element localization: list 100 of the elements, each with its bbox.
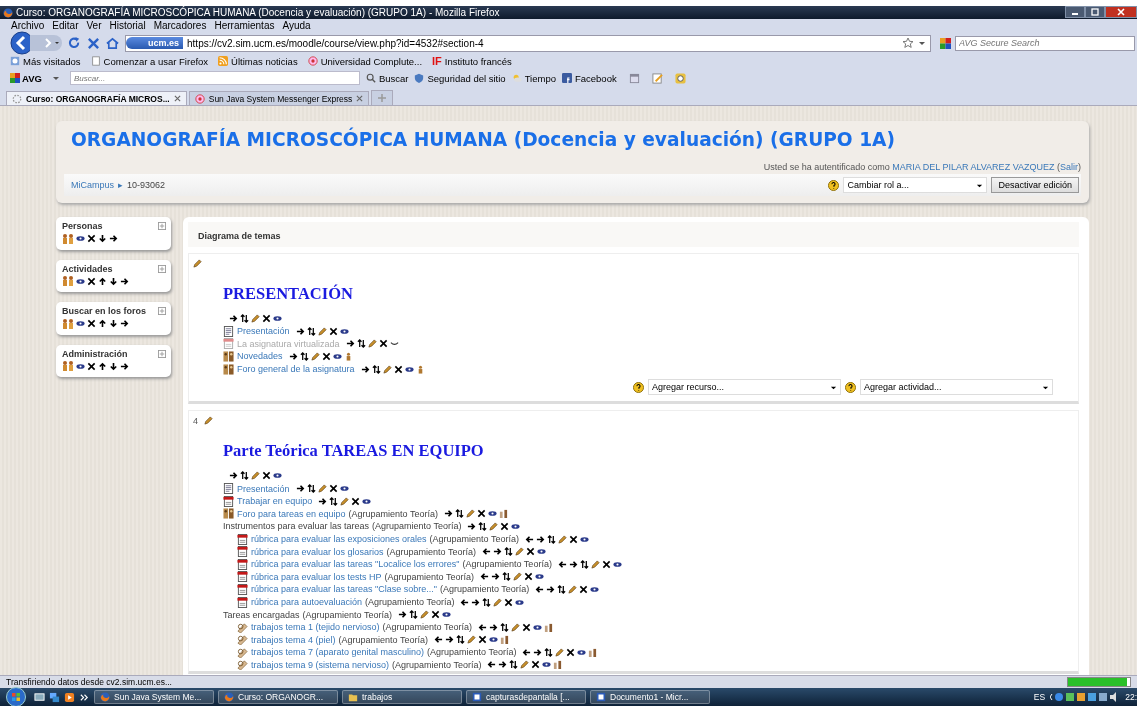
right-arrow-icon[interactable] (533, 647, 543, 657)
right-arrow-icon[interactable] (467, 521, 477, 531)
activity-link[interactable]: Presentación (237, 483, 290, 494)
activity-link[interactable]: rúbrica para evaluar las tareas "Localice los errores" (251, 559, 460, 570)
bookmark-label[interactable]: Últimas noticias (231, 55, 298, 67)
eye-icon[interactable] (534, 572, 544, 582)
move-icon[interactable] (408, 610, 418, 620)
down-arrow-icon[interactable] (109, 276, 118, 286)
right-arrow-icon[interactable] (295, 484, 305, 494)
delete-icon[interactable] (87, 319, 96, 329)
pen-icon[interactable] (382, 364, 392, 374)
eye-icon[interactable] (590, 584, 600, 594)
down-arrow-icon[interactable] (109, 319, 118, 329)
eye-icon[interactable] (511, 521, 521, 531)
minimize-button[interactable] (1065, 6, 1085, 18)
left-arrow-icon[interactable] (479, 572, 489, 582)
pen-icon[interactable] (510, 622, 520, 632)
star-icon[interactable] (902, 37, 914, 49)
move-icon[interactable] (371, 364, 381, 374)
document-icon[interactable] (596, 692, 606, 702)
pen-icon[interactable] (558, 534, 567, 544)
move-icon[interactable] (557, 584, 567, 594)
left-arrow-icon[interactable] (535, 584, 545, 594)
activity-link[interactable]: trabajos tema 4 (piel) (251, 634, 336, 645)
disable-editing-button[interactable]: Desactivar edición (991, 177, 1079, 193)
chevron-icon[interactable] (79, 691, 90, 703)
firefox-icon[interactable] (224, 692, 234, 702)
tab-label[interactable]: Curso: ORGANOGRAFÍA MICROS... (26, 93, 170, 104)
pen-icon[interactable] (590, 559, 600, 569)
activity-link[interactable]: Trabajar en equipo (237, 496, 313, 507)
taskbar-button[interactable]: Documento1 - Micr... (590, 690, 710, 704)
move-icon[interactable] (299, 352, 309, 361)
menu-item[interactable]: Editar (52, 20, 79, 31)
toolbar-label[interactable]: Buscar (378, 72, 409, 84)
logo-icon[interactable] (10, 73, 20, 83)
browser-tab[interactable]: Sun Java System Messenger Express (188, 91, 370, 105)
down-arrow-icon[interactable] (98, 234, 107, 244)
right-arrow-icon[interactable] (492, 547, 502, 557)
taskbar-button[interactable]: Curso: ORGANOGR... (218, 690, 338, 704)
eye-icon[interactable] (612, 559, 622, 569)
pen-icon[interactable] (512, 572, 522, 582)
expand-icon[interactable] (158, 222, 166, 230)
activity-link[interactable]: rúbrica para autoevaluación (251, 597, 363, 607)
bookmark[interactable]: Últimas noticias (218, 55, 298, 67)
taskbar-label[interactable]: Documento1 - Micr... (610, 692, 689, 702)
toolbar-button[interactable]: Facebook (561, 72, 617, 84)
breadcrumb-link[interactable]: MiCampus (71, 180, 114, 190)
shield-icon[interactable] (414, 73, 425, 83)
close-icon[interactable] (356, 95, 364, 102)
browser-tab[interactable]: Curso: ORGANOGRAFÍA MICROS... (6, 91, 187, 105)
right-arrow-icon[interactable] (120, 319, 129, 329)
roles-icon[interactable] (62, 233, 74, 244)
right-arrow-icon[interactable] (471, 597, 481, 607)
caret-icon[interactable] (918, 39, 926, 47)
up-arrow-icon[interactable] (98, 276, 107, 286)
pen-icon[interactable] (466, 635, 476, 645)
pen-icon[interactable] (251, 314, 260, 323)
delete-icon[interactable] (566, 647, 576, 657)
move-icon[interactable] (306, 484, 316, 494)
pen-icon[interactable] (568, 584, 578, 594)
user-link[interactable]: MARIA DEL PILAR ALVAREZ VAZQUEZ (892, 162, 1055, 172)
window-switch-icon[interactable] (49, 691, 60, 703)
groups-icon[interactable] (498, 509, 508, 519)
start-button[interactable] (6, 687, 26, 706)
left-arrow-icon[interactable] (557, 559, 567, 569)
search-field[interactable]: AVG Secure Search (955, 35, 1135, 51)
delete-icon[interactable] (504, 597, 514, 607)
bookmark[interactable]: Más visitados (10, 55, 81, 67)
page-icon[interactable] (90, 56, 101, 66)
activity-link[interactable]: Foro para tareas en equipo (237, 508, 346, 519)
activity-link[interactable]: Foro general de la asignatura (237, 364, 355, 375)
right-arrow-icon[interactable] (318, 496, 328, 506)
delete-icon[interactable] (87, 234, 96, 244)
document-icon[interactable] (472, 692, 482, 702)
pen-icon[interactable] (204, 416, 213, 426)
right-arrow-icon[interactable] (536, 534, 545, 544)
right-arrow-icon[interactable] (488, 622, 498, 632)
right-arrow-icon[interactable] (109, 234, 118, 244)
home-icon[interactable] (106, 36, 119, 50)
left-arrow-icon[interactable] (460, 597, 470, 607)
eye-icon[interactable] (76, 319, 85, 329)
delete-icon[interactable] (87, 361, 96, 371)
desktop-icon[interactable] (34, 691, 45, 703)
activity-link[interactable]: trabajos tema 1 (tejido nervioso) (251, 622, 380, 633)
caret-icon[interactable] (51, 74, 60, 82)
taskbar-label[interactable]: trabajos (362, 692, 393, 702)
right-arrow-icon[interactable] (490, 572, 500, 582)
add-activity-select[interactable]: Agregar actividad... (860, 379, 1053, 396)
eye-icon[interactable] (441, 610, 451, 620)
right-arrow-icon[interactable] (295, 326, 305, 336)
toolbar-label[interactable]: Tiempo (524, 72, 556, 84)
search-icon[interactable] (365, 73, 376, 83)
move-icon[interactable] (306, 326, 316, 336)
roles-icon[interactable] (62, 276, 74, 287)
delete-icon[interactable] (87, 276, 96, 286)
bookmark[interactable]: IF Instituto francés (432, 55, 512, 67)
activity-link[interactable]: rúbrica para evaluar los glosarios (251, 546, 384, 557)
delete-icon[interactable] (378, 339, 388, 349)
eye-icon[interactable] (532, 622, 542, 632)
move-icon[interactable] (544, 647, 554, 657)
